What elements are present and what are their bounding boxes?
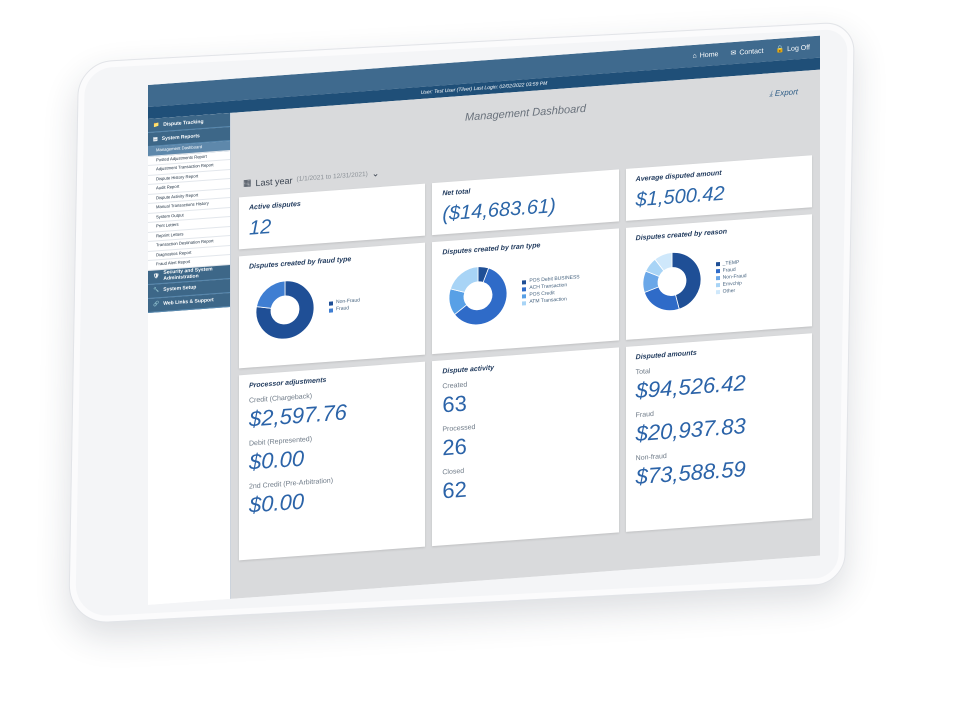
- calendar-icon: ▦: [243, 177, 252, 189]
- processor-adjustments-card: Processor adjustments Credit (Chargeback…: [239, 361, 426, 561]
- fraud-type-legend: Non-Fraud Fraud: [329, 297, 360, 313]
- legend-swatch: [715, 283, 720, 288]
- reason-legend: _TEMP Fraud Non-Fraud Emvchip Other: [715, 259, 747, 296]
- legend-label: Other: [722, 287, 736, 295]
- average-disputed-card: Average disputed amount $1,500.42: [625, 155, 812, 221]
- legend-item: Fraud: [329, 304, 360, 313]
- legend-swatch: [715, 290, 720, 295]
- legend-label: Fraud: [336, 305, 350, 313]
- contact-link[interactable]: ✉ Contact: [730, 47, 763, 57]
- net-total-card: Net total ($14,683.61): [432, 169, 619, 236]
- fraud-type-donut: [255, 280, 315, 340]
- sidebar: 📁 Dispute Tracking ▤ System Reports Manage…: [148, 112, 231, 605]
- logoff-link[interactable]: 🔒 Log Off: [775, 43, 810, 54]
- home-link[interactable]: ⌂ Home: [693, 51, 719, 60]
- donut-slice-1-3: [450, 266, 479, 293]
- shield-icon: 🛡: [153, 273, 160, 280]
- legend-swatch: [329, 300, 333, 306]
- filter-range: (1/1/2021 to 12/31/2021): [296, 170, 368, 184]
- app-screen: ⌂ Home ✉ Contact 🔒 Log Off User: Test User …: [148, 35, 820, 605]
- legend-item: Other: [715, 287, 747, 296]
- legend-swatch: [329, 307, 333, 313]
- disputed-amounts-card: Disputed amounts Total $94,526.42 Fraud …: [625, 333, 812, 532]
- legend-swatch: [522, 293, 527, 299]
- donut-slice-0-1: [256, 280, 286, 309]
- mail-icon: ✉: [730, 49, 737, 58]
- legend-swatch: [522, 286, 527, 292]
- export-button[interactable]: ⤓ Export: [769, 87, 798, 99]
- dispute-activity-card: Dispute activity Created 63 Processed 26…: [432, 347, 619, 547]
- tran-type-donut: [448, 266, 508, 326]
- active-disputes-card: Active disputes 12: [239, 183, 426, 250]
- fraud-type-chart-card: Disputes created by fraud type Non-Fraud F…: [239, 242, 426, 369]
- chevron-down-icon: ⌄: [371, 168, 380, 179]
- link-icon: 🔗: [153, 301, 160, 308]
- reason-donut: [642, 252, 702, 312]
- dashboard-main: Management Dashboard ⤓ Export ▦ Last yea…: [231, 69, 820, 599]
- report-icon: ▤: [153, 135, 158, 143]
- tran-type-legend: POS Debit BUSINESS ACH Transaction POS Cre…: [522, 274, 580, 306]
- lock-icon: 🔒: [775, 46, 785, 54]
- legend-label: ATM Transaction: [529, 296, 567, 305]
- folder-icon: 📁: [153, 121, 160, 129]
- legend-swatch: [715, 276, 720, 281]
- page-title: Management Dashboard: [464, 102, 587, 124]
- legend-swatch: [715, 262, 720, 267]
- filter-label: Last year: [255, 174, 293, 188]
- reason-chart-card: Disputes created by reason _TEMP Fraud Non-…: [625, 214, 812, 340]
- home-icon: ⌂: [692, 52, 697, 60]
- wrench-icon: 🔧: [153, 287, 160, 294]
- legend-swatch: [522, 279, 527, 285]
- tran-type-chart-card: Disputes created by tran type POS Debit B…: [432, 228, 619, 355]
- cards-grid: Active disputes 12 Net total ($14,683.61) …: [239, 155, 812, 561]
- legend-swatch: [522, 300, 527, 306]
- legend-swatch: [715, 269, 720, 274]
